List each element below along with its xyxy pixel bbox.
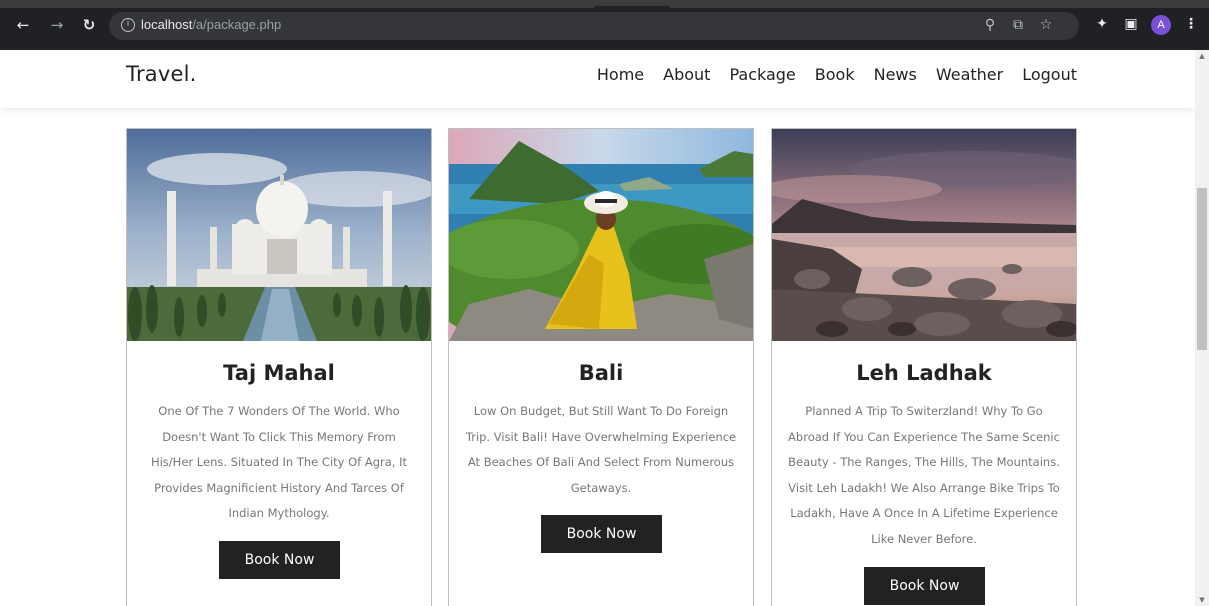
reload-icon[interactable]: ↻ [80, 16, 98, 34]
menu-kebab-icon[interactable]: ⋮ [1182, 16, 1200, 32]
site-logo[interactable]: Travel. [126, 62, 197, 86]
card-title: Taj Mahal [223, 361, 335, 385]
page-viewport: Travel. Home About Package Book News Wea… [0, 50, 1195, 606]
card-description: One Of The 7 Wonders Of The World. Who D… [150, 404, 408, 520]
site-header: Travel. Home About Package Book News Wea… [0, 50, 1195, 108]
book-now-button[interactable]: Book Now [219, 541, 340, 579]
leh-ladhak-image [772, 129, 1076, 341]
url-text[interactable]: localhost/a/package.php [141, 17, 281, 32]
address-bar[interactable]: i localhost/a/package.php ⚲ ⧉ ☆ [109, 12, 1079, 40]
back-icon[interactable]: ← [14, 16, 32, 34]
package-card-taj-mahal: Taj Mahal One Of The 7 Wonders Of The Wo… [126, 128, 432, 606]
nav-news[interactable]: News [874, 65, 917, 84]
taj-mahal-image [127, 129, 431, 341]
scrollbar-thumb[interactable] [1197, 188, 1207, 350]
zoom-icon[interactable]: ⚲ [981, 17, 999, 33]
scroll-down-arrow-icon[interactable]: ▼ [1195, 594, 1209, 606]
profile-avatar[interactable]: A [1151, 15, 1171, 35]
page-scrollbar[interactable]: ▲ ▼ [1195, 50, 1209, 606]
site-info-icon[interactable]: i [121, 18, 135, 32]
package-card-bali: Bali Low On Budget, But Still Want To Do… [448, 128, 754, 606]
bookmark-star-icon[interactable]: ☆ [1037, 17, 1055, 33]
nav-book[interactable]: Book [815, 65, 855, 84]
card-title: Bali [578, 361, 624, 385]
package-card-leh-ladhak: Leh Ladhak Planned A Trip To Switerzland… [771, 128, 1077, 606]
side-panel-icon[interactable]: ▣ [1122, 16, 1140, 32]
book-now-button[interactable]: Book Now [864, 567, 985, 605]
card-title: Leh Ladhak [856, 361, 992, 385]
book-now-button[interactable]: Book Now [541, 515, 662, 553]
active-tab-edge [594, 6, 670, 10]
nav-logout[interactable]: Logout [1022, 65, 1077, 84]
bali-image [449, 129, 753, 341]
share-icon[interactable]: ⧉ [1009, 17, 1027, 33]
main-nav: Home About Package Book News Weather Log… [597, 65, 1077, 84]
card-description: Low On Budget, But Still Want To Do Fore… [465, 404, 737, 495]
extensions-puzzle-icon[interactable]: ✦ [1093, 16, 1111, 32]
scroll-up-arrow-icon[interactable]: ▲ [1195, 50, 1209, 62]
nav-package[interactable]: Package [729, 65, 795, 84]
card-description: Planned A Trip To Switerzland! Why To Go… [788, 404, 1060, 546]
nav-weather[interactable]: Weather [936, 65, 1003, 84]
nav-about[interactable]: About [663, 65, 710, 84]
browser-toolbar: ← → ↻ i localhost/a/package.php ⚲ ⧉ ☆ ✦ … [0, 0, 1209, 50]
nav-home[interactable]: Home [597, 65, 644, 84]
forward-icon[interactable]: → [48, 16, 66, 34]
